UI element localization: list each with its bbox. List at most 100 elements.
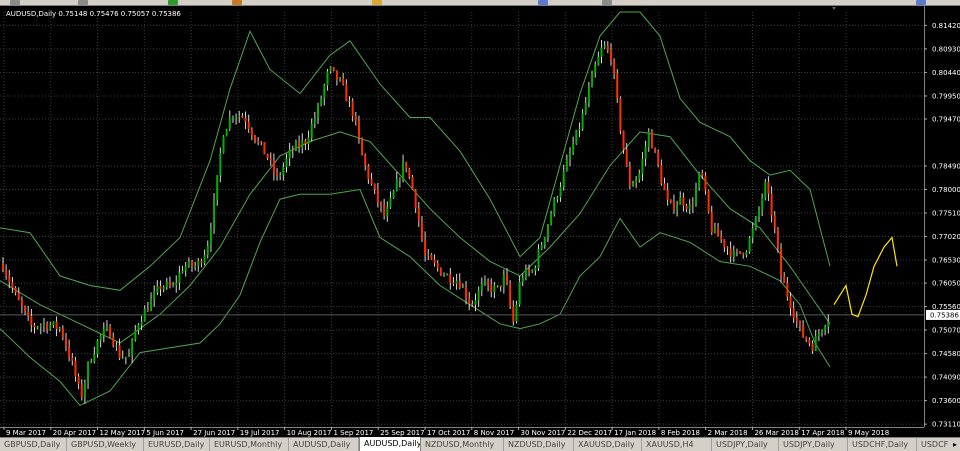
candle-body-bear [499, 285, 502, 288]
candlestick [74, 356, 77, 382]
tab-scroll-right-icon[interactable]: ▸ [950, 438, 960, 451]
candle-body-bull [235, 116, 238, 118]
candlestick [647, 128, 650, 152]
toolbar-icon[interactable] [232, 0, 242, 5]
candlestick [562, 164, 565, 191]
candlestick [68, 339, 71, 362]
candle-body-bear [417, 208, 420, 222]
toolbar-icon[interactable] [916, 0, 926, 5]
candle-body-bear [254, 135, 256, 142]
candle-body-bear [691, 204, 694, 206]
candle-body-bull [688, 204, 691, 210]
candle-body-bear [118, 345, 121, 359]
candlestick [546, 223, 549, 243]
candlestick [502, 269, 505, 294]
candle-body-bear [247, 121, 250, 129]
candle-body-bull [732, 250, 735, 257]
candle-body-bull [323, 85, 326, 99]
candlestick [411, 174, 414, 191]
chart-tab[interactable]: AUDUSD,Daily [289, 438, 359, 451]
candlestick [247, 114, 250, 133]
x-tick-label: 8 Feb 2018 [661, 429, 700, 437]
chart-tab[interactable]: XAUUSD,Daily [574, 438, 642, 451]
candle-body-bull [225, 129, 228, 137]
candlestick [55, 316, 58, 337]
candlestick [685, 203, 688, 213]
candle-body-bear [767, 181, 770, 194]
chart-tab[interactable]: USDJPY,Daily [712, 438, 779, 451]
toolbar-icon[interactable] [538, 0, 548, 5]
candlestick [58, 326, 61, 333]
candle-body-bear [780, 249, 783, 277]
candlestick [27, 305, 30, 321]
candle-body-bull [502, 274, 505, 288]
candle-body-bull [279, 175, 282, 177]
candlestick [531, 269, 534, 274]
y-tick-label: 0.80930 [932, 45, 960, 53]
price-chart[interactable]: 0.81420 0.80930 0.80440 0.79950 0.79470 0.784… [0, 6, 960, 437]
candlestick [556, 195, 559, 203]
candle-body-bear [528, 268, 531, 272]
chart-tab[interactable]: AUDUSD,Daily [359, 437, 421, 451]
candlestick [339, 76, 342, 82]
candle-body-bull [446, 274, 449, 276]
candlestick [433, 254, 436, 267]
candlestick [266, 153, 269, 161]
candle-body-bull [96, 340, 99, 355]
candle-body-bear [616, 73, 619, 99]
candlestick [490, 278, 493, 298]
chart-tab[interactable]: USDJPY,Daily [779, 438, 848, 451]
candle-body-bull [635, 179, 638, 183]
candlestick [824, 324, 827, 336]
chart-tab[interactable]: EURUSD,Monthly [210, 438, 289, 451]
chart-tab[interactable]: GBPUSD,Weekly [67, 438, 144, 451]
candlestick [540, 242, 543, 251]
candle-body-bull [115, 345, 118, 347]
chart-tab[interactable]: USDCHF,Daily [848, 438, 917, 451]
candle-body-bull [42, 323, 45, 326]
toolbar-icon[interactable] [78, 0, 88, 5]
candlestick [449, 267, 452, 290]
chart-tab[interactable]: EURUSD,Daily [144, 438, 210, 451]
candlestick [770, 186, 773, 223]
toolbar-icon[interactable] [10, 0, 20, 5]
candle-body-bull [698, 172, 701, 189]
chart-window[interactable]: 0.81420 0.80930 0.80440 0.79950 0.79470 0.784… [0, 6, 960, 437]
candlestick [587, 81, 590, 108]
chart-tab[interactable]: NZDUSD,Daily [504, 438, 574, 451]
candlestick [17, 287, 20, 301]
add-icon[interactable] [168, 0, 178, 5]
candlestick [222, 135, 225, 154]
y-tick-label: 0.79950 [932, 92, 960, 100]
candle-body-bear [606, 45, 609, 50]
y-tick-label: 0.78000 [932, 186, 960, 194]
candlestick [559, 182, 562, 202]
candlestick [235, 113, 238, 125]
candle-body-bear [701, 172, 704, 176]
candle-body-bull [575, 130, 578, 145]
candlestick [512, 300, 515, 326]
candlestick [408, 167, 411, 180]
candlestick [427, 249, 430, 261]
x-tick-label: 22 Dec 2017 [567, 429, 612, 437]
candlestick [402, 154, 405, 183]
toolbar-icon[interactable] [372, 0, 382, 5]
toolbar-icon[interactable] [602, 0, 612, 5]
candle-body-bull [556, 197, 559, 200]
candlestick [206, 240, 209, 259]
chart-tab[interactable]: GBPUSD,Daily [0, 438, 67, 451]
chart-tab[interactable]: NZDUSD,Monthly [421, 438, 504, 451]
candlestick [332, 67, 335, 72]
y-tick-label: 0.74580 [932, 350, 960, 358]
candlestick [137, 323, 140, 335]
candlestick [509, 280, 512, 310]
candle-body-bull [348, 100, 351, 102]
candle-body-bear [159, 286, 162, 290]
candlestick [386, 201, 389, 222]
chart-tab[interactable]: XAUUSD,H4 [642, 438, 712, 451]
projection-line [833, 236, 898, 318]
candle-body-bear [685, 205, 688, 210]
x-tick-label: 26 Mar 2018 [754, 429, 798, 437]
candle-body-bear [509, 283, 512, 307]
x-tick-label: 27 Jun 2017 [193, 429, 235, 437]
